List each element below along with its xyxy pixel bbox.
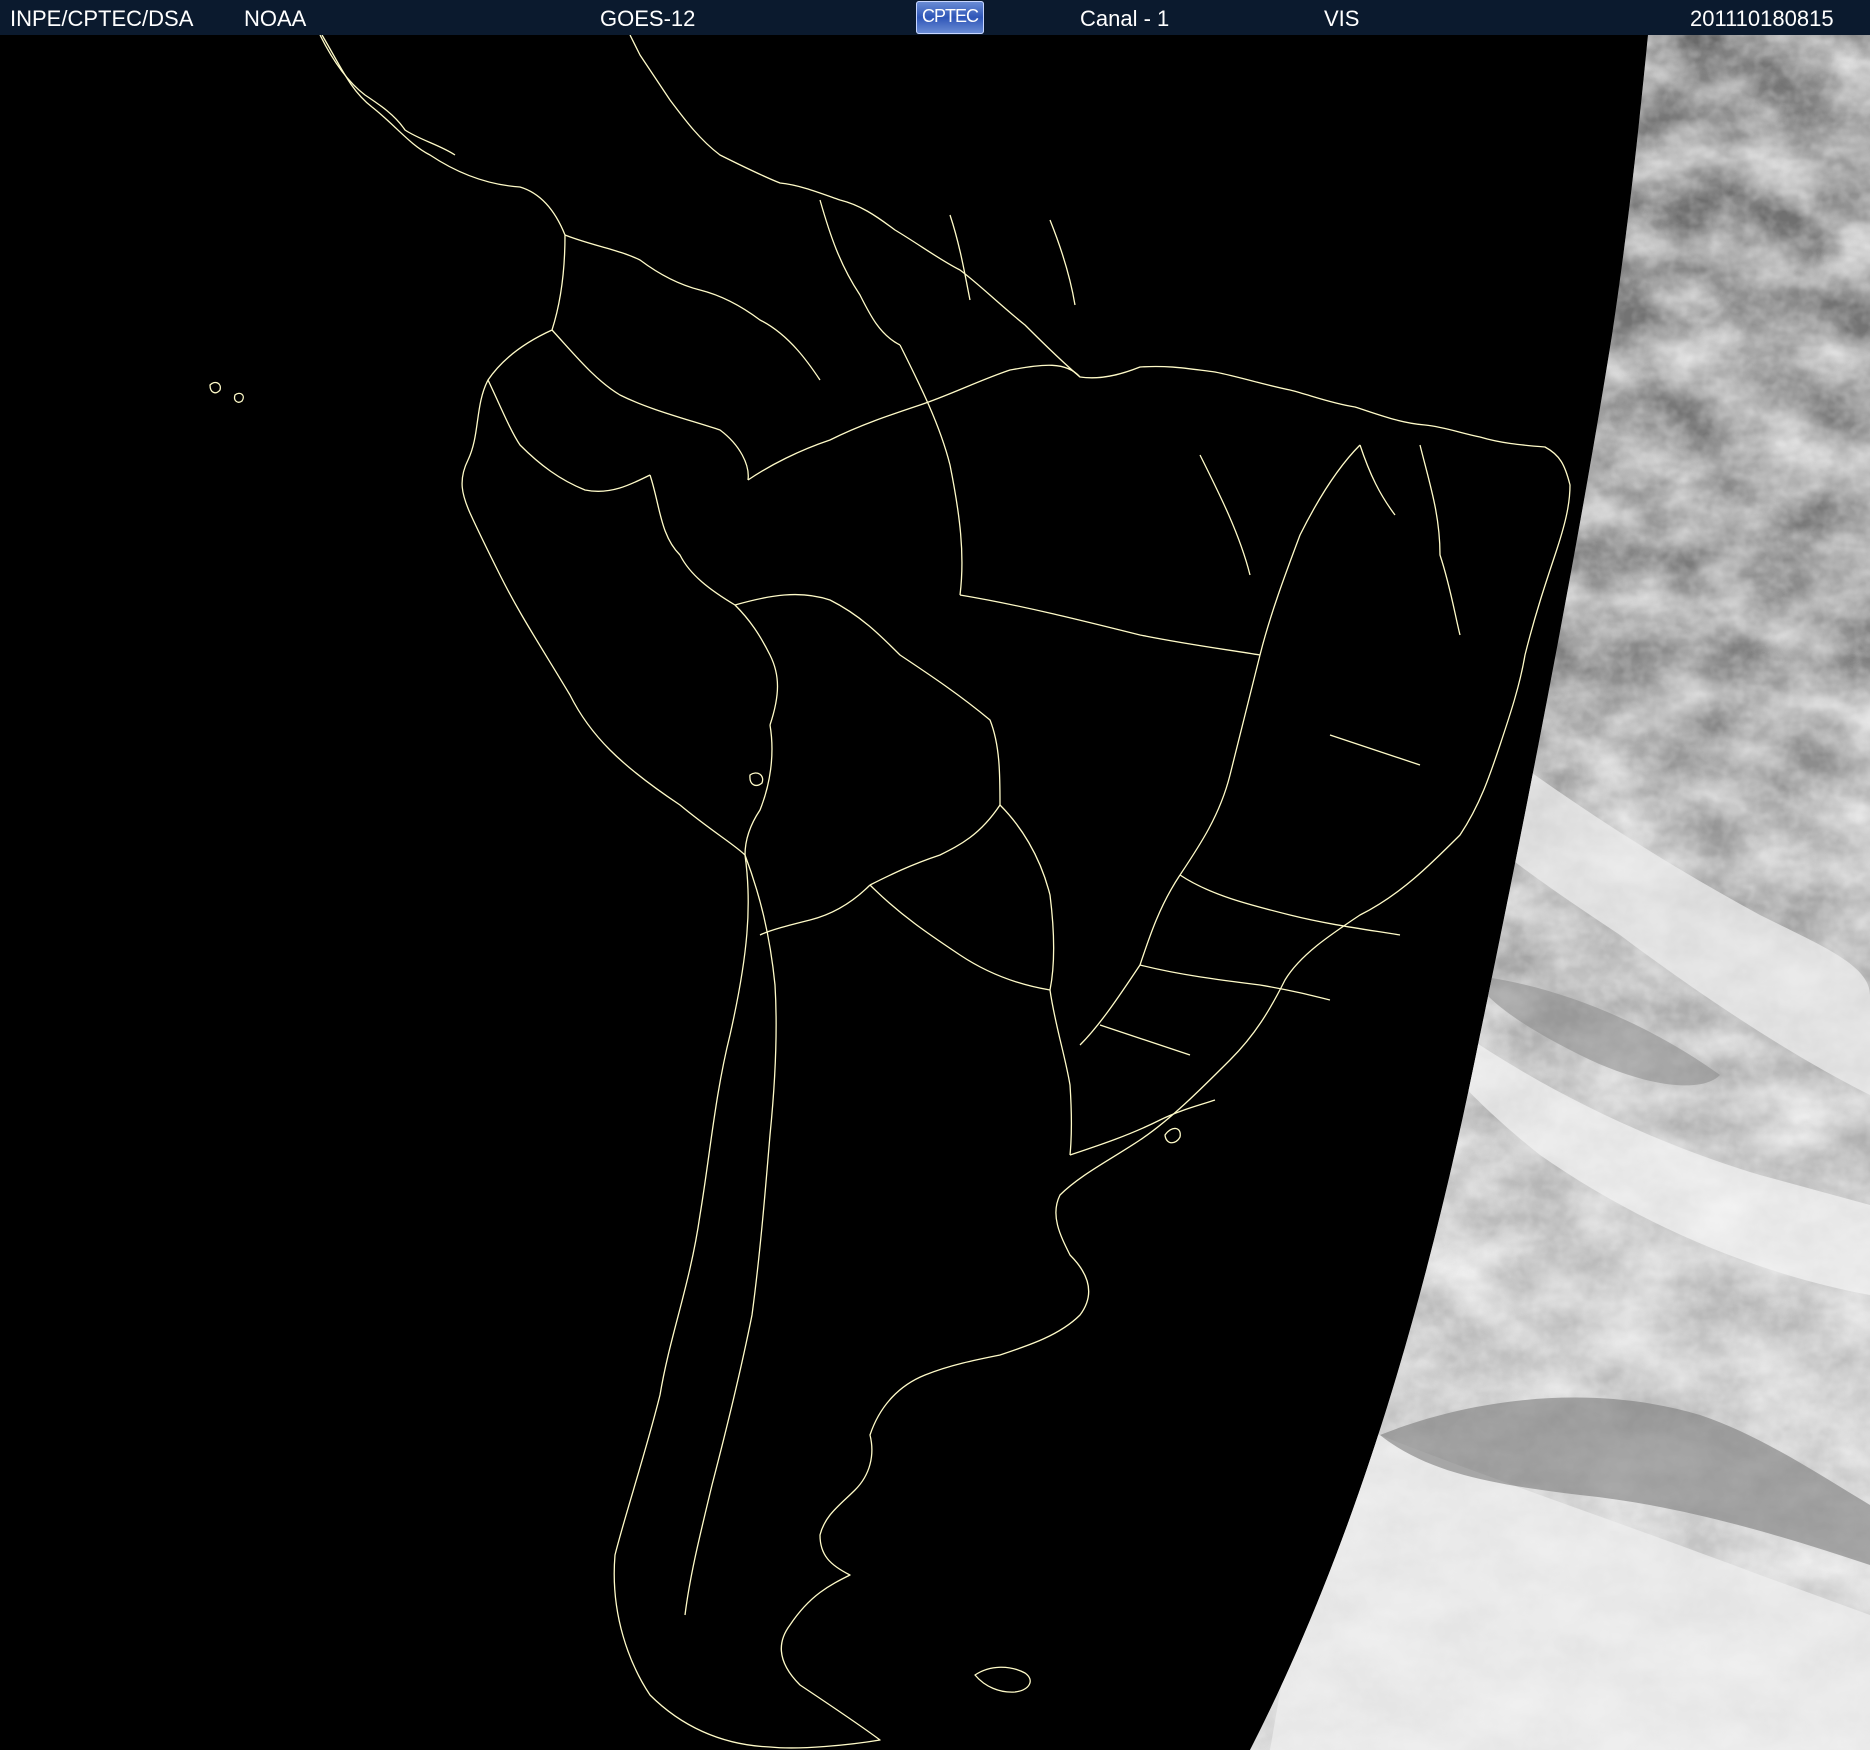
satellite-label: GOES-12: [600, 6, 696, 31]
band-label: VIS: [1324, 6, 1360, 31]
cptec-logo-text: CPTEC: [921, 6, 979, 26]
timestamp-label: 201110180815: [1690, 6, 1834, 31]
agency-label: INPE/CPTEC/DSA: [10, 6, 194, 31]
channel-label: Canal - 1: [1080, 6, 1170, 31]
cptec-logo: CPTEC: [916, 1, 984, 34]
satellite-image-svg: [0, 35, 1870, 1750]
satellite-image: [0, 35, 1870, 1750]
provider-label: NOAA: [244, 6, 307, 31]
image-header-bar: INPE/CPTEC/DSA NOAA GOES-12 CPTEC Canal …: [0, 0, 1870, 35]
